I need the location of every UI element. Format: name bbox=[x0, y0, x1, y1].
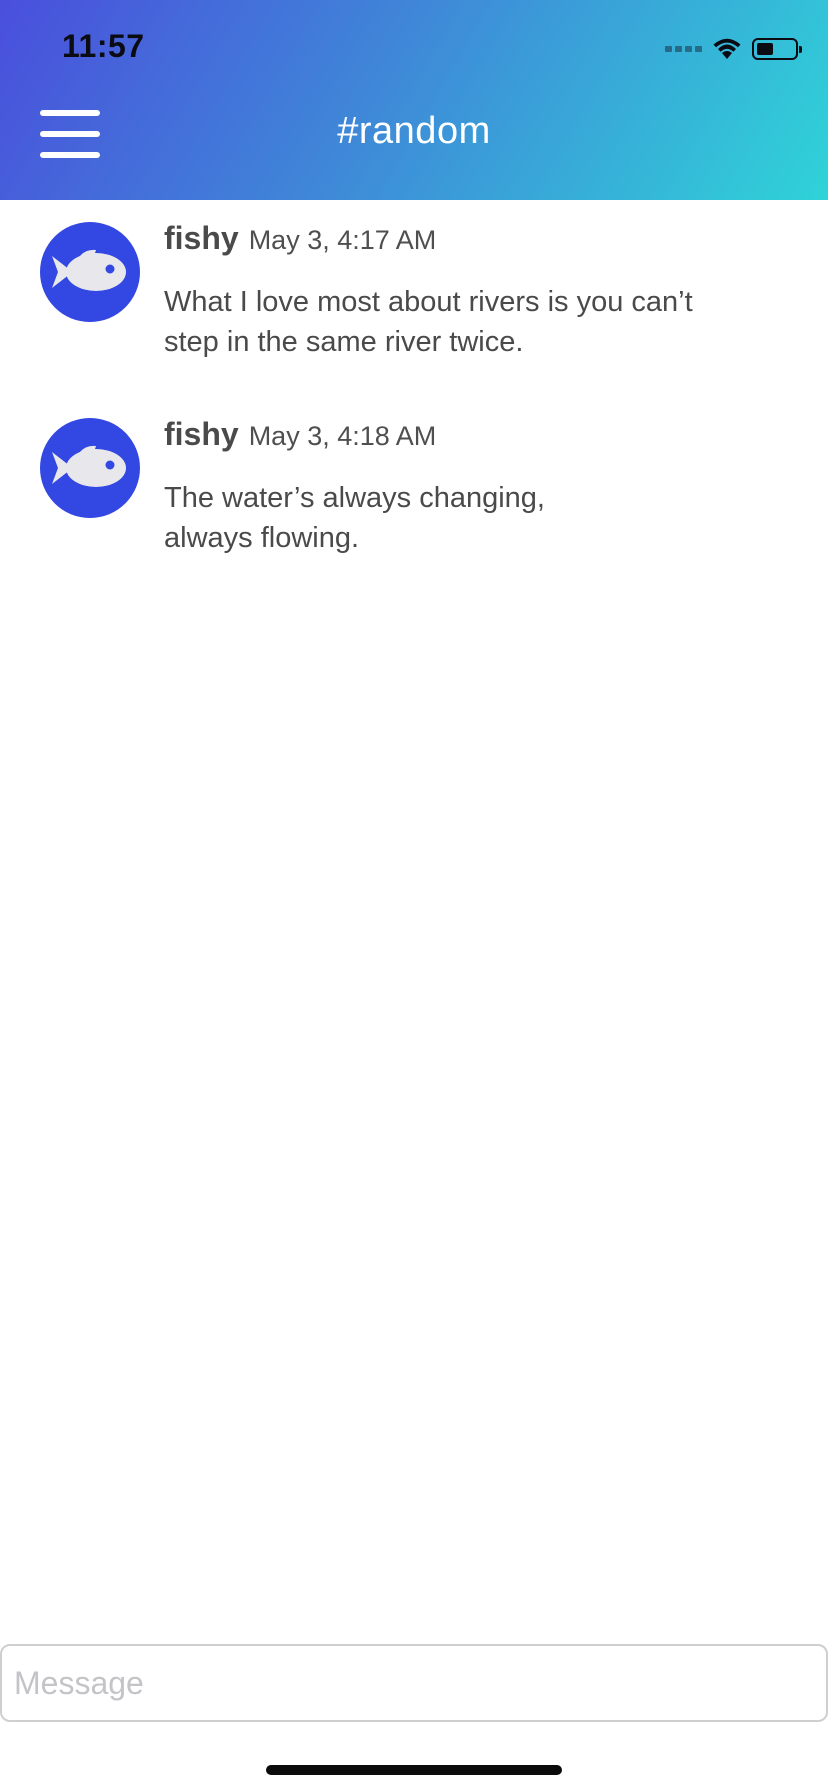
message-timestamp: May 3, 4:17 AM bbox=[248, 225, 437, 255]
status-icons bbox=[665, 34, 802, 64]
channel-title: #random bbox=[337, 110, 491, 152]
message-text-line: always flowing. bbox=[164, 522, 360, 554]
message-text: What I love most about rivers is you can… bbox=[164, 282, 764, 362]
fish-icon bbox=[52, 445, 126, 487]
status-time: 11:57 bbox=[62, 28, 145, 64]
channel-header: 11:57 #random bbox=[0, 0, 828, 200]
message-meta: fishy May 3, 4:17 AM bbox=[164, 220, 436, 257]
battery-icon bbox=[752, 38, 802, 60]
chat-screen: 11:57 #random fishy May 3, 4:17 AM What … bbox=[0, 0, 828, 1792]
message-author[interactable]: fishy bbox=[164, 416, 239, 452]
message-text-line: step in the same river twice. bbox=[164, 326, 524, 358]
message-meta: fishy May 3, 4:18 AM bbox=[164, 416, 436, 453]
avatar[interactable] bbox=[40, 222, 140, 322]
message-composer bbox=[0, 1644, 828, 1722]
message-text-line: The water’s always changing, bbox=[164, 482, 545, 514]
message-timestamp: May 3, 4:18 AM bbox=[248, 421, 437, 451]
message-text: The water’s always changing, always flow… bbox=[164, 478, 764, 558]
avatar[interactable] bbox=[40, 418, 140, 518]
message-input[interactable] bbox=[14, 1646, 814, 1720]
home-indicator[interactable] bbox=[266, 1765, 562, 1775]
fish-icon bbox=[52, 249, 126, 291]
cellular-signal-icon bbox=[665, 46, 702, 52]
message-text-line: What I love most about rivers is you can… bbox=[164, 286, 693, 318]
message-author[interactable]: fishy bbox=[164, 220, 239, 256]
wifi-icon bbox=[713, 38, 741, 59]
